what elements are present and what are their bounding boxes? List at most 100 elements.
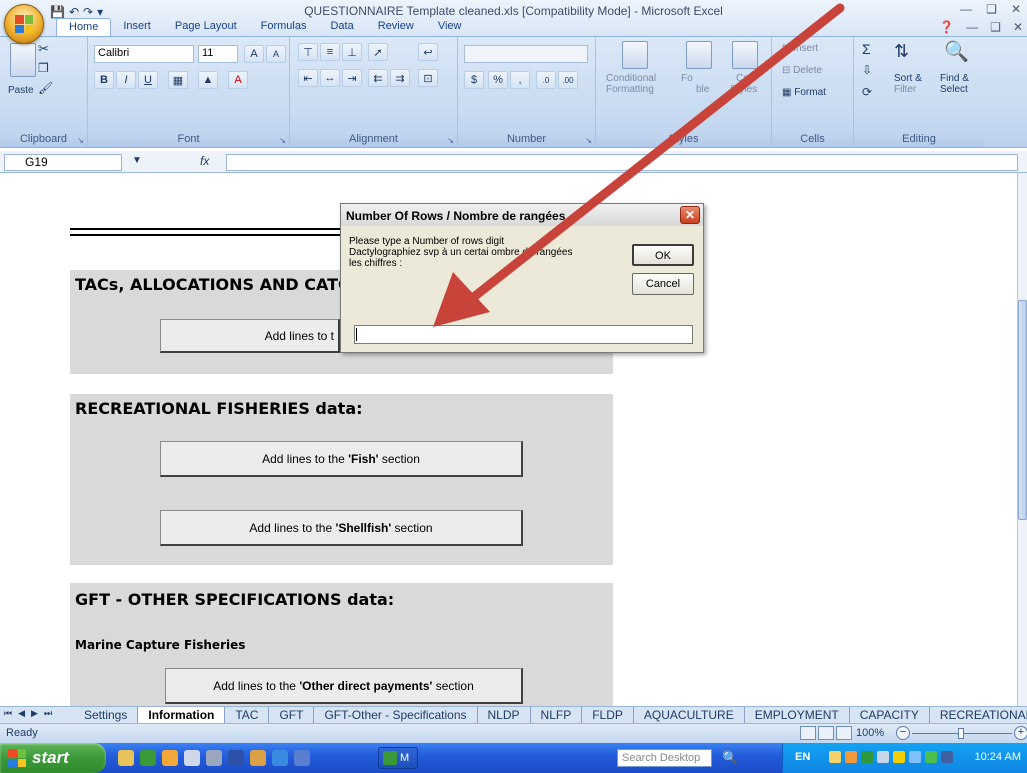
paste-button[interactable]: Paste	[8, 85, 34, 96]
decrease-decimal-icon[interactable]: .00	[558, 71, 578, 89]
italic-button[interactable]: I	[116, 71, 136, 89]
sheet-tab-settings[interactable]: Settings	[74, 707, 139, 723]
sheet-tab-fldp[interactable]: FLDP	[582, 707, 634, 723]
tab-review[interactable]: Review	[366, 18, 426, 36]
office-button[interactable]	[4, 4, 44, 44]
add-lines-shellfish-button[interactable]: Add lines to the 'Shellfish' section	[160, 510, 523, 546]
percent-button[interactable]: %	[488, 71, 508, 89]
tray-network-icon[interactable]	[861, 751, 873, 763]
tray-warning-icon[interactable]	[893, 751, 905, 763]
workbook-restore-icon[interactable]: ❑	[990, 20, 1001, 34]
decrease-indent-icon[interactable]: ⇇	[368, 69, 388, 87]
quicklaunch-outlook-icon[interactable]	[162, 750, 178, 766]
restore-icon[interactable]: ❑	[986, 2, 997, 16]
page-break-view-icon[interactable]	[836, 726, 852, 740]
add-lines-fish-button[interactable]: Add lines to the 'Fish' section	[160, 441, 523, 477]
insert-cells-button[interactable]: ⊞ Insert	[782, 43, 818, 54]
select-label[interactable]: Select	[940, 84, 968, 95]
format-cells-button[interactable]: ▦ Format	[782, 87, 826, 98]
format-painter-icon[interactable]: 🖌	[38, 81, 53, 95]
search-desktop-input[interactable]: Search Desktop	[617, 749, 712, 767]
sheet-tab-nldp[interactable]: NLDP	[478, 707, 531, 723]
cancel-button[interactable]: Cancel	[632, 273, 694, 295]
sheet-tab-nlfp[interactable]: NLFP	[531, 707, 583, 723]
minimize-icon[interactable]: —	[960, 2, 972, 16]
underline-button[interactable]: U	[138, 71, 158, 89]
align-top-icon[interactable]: ⊤	[298, 43, 318, 61]
first-sheet-icon[interactable]: ⏮	[4, 708, 12, 719]
workbook-minimize-icon[interactable]: —	[966, 20, 978, 34]
quicklaunch-app-icon-4[interactable]	[250, 750, 266, 766]
sort-filter-icon[interactable]: ⇅	[894, 41, 909, 62]
tray-mail-icon[interactable]	[829, 751, 841, 763]
sheet-tab-recreational[interactable]: RECREATIONAL	[930, 707, 1027, 723]
delete-cells-button[interactable]: ⊟ Delete	[782, 65, 822, 76]
taskbar-excel-button[interactable]: M	[378, 747, 418, 769]
add-lines-other-payments-button[interactable]: Add lines to the 'Other direct payments'…	[165, 668, 523, 704]
vertical-scroll-thumb[interactable]	[1018, 300, 1027, 520]
tray-app-icon[interactable]	[845, 751, 857, 763]
number-launcher-icon[interactable]: ↘	[585, 136, 592, 145]
close-icon[interactable]: ✕	[1011, 2, 1021, 16]
font-name-select[interactable]: Calibri	[94, 45, 194, 63]
comma-button[interactable]: ,	[510, 71, 530, 89]
name-box[interactable]: G19	[4, 154, 122, 171]
insert-function-button[interactable]: fx	[200, 154, 209, 168]
quicklaunch-ie-icon[interactable]	[272, 750, 288, 766]
font-size-select[interactable]: 11	[198, 45, 238, 63]
name-box-dropdown-icon[interactable]: ▼	[132, 155, 142, 166]
cell-styles-icon[interactable]	[732, 41, 758, 69]
borders-icon[interactable]: ▦	[168, 71, 188, 89]
font-color-icon[interactable]: A	[228, 71, 248, 89]
sheet-tab-tac[interactable]: TAC	[225, 707, 270, 723]
font-launcher-icon[interactable]: ↘	[279, 136, 286, 145]
sheet-tab-aquaculture[interactable]: AQUACULTURE	[634, 707, 745, 723]
tray-check-icon[interactable]	[925, 751, 937, 763]
quicklaunch-excel-icon[interactable]	[140, 750, 156, 766]
tab-formulas[interactable]: Formulas	[249, 18, 319, 36]
zoom-slider-thumb[interactable]	[958, 728, 964, 739]
quicklaunch-app-icon-5[interactable]	[294, 750, 310, 766]
bold-button[interactable]: B	[94, 71, 114, 89]
last-sheet-icon[interactable]: ⏭	[44, 708, 52, 719]
paste-icon[interactable]	[10, 43, 36, 77]
quicklaunch-app-icon-1[interactable]	[118, 750, 134, 766]
rows-input[interactable]	[354, 325, 693, 344]
cut-icon[interactable]: ✂	[38, 41, 49, 57]
fill-icon[interactable]: ⇩	[862, 63, 872, 77]
tab-home[interactable]: Home	[56, 18, 112, 36]
conditional-formatting-icon[interactable]	[622, 41, 648, 69]
filter-label[interactable]: Filter	[894, 84, 916, 95]
dialog-title[interactable]: Number Of Rows / Nombre de rangées	[341, 204, 703, 226]
align-center-icon[interactable]: ↔	[320, 69, 340, 87]
sheet-tab-employment[interactable]: EMPLOYMENT	[745, 707, 850, 723]
quicklaunch-help-icon[interactable]	[228, 750, 244, 766]
formula-input[interactable]	[226, 154, 1018, 171]
start-button[interactable]: start	[0, 743, 106, 773]
zoom-level[interactable]: 100%	[856, 727, 884, 739]
increase-decimal-icon[interactable]: .0	[536, 71, 556, 89]
orientation-icon[interactable]: ➚	[368, 43, 388, 61]
fill-color-icon[interactable]: ▲	[198, 71, 218, 89]
tab-data[interactable]: Data	[318, 18, 365, 36]
quicklaunch-app-icon-2[interactable]	[184, 750, 200, 766]
tray-app-icon-2[interactable]	[877, 751, 889, 763]
find-select-icon[interactable]: 🔍	[944, 39, 969, 64]
grow-font-button[interactable]: A	[244, 45, 264, 63]
sheet-tab-gft[interactable]: GFT	[269, 707, 315, 723]
next-sheet-icon[interactable]: ▶	[31, 708, 38, 719]
align-bottom-icon[interactable]: ⊥	[342, 43, 362, 61]
language-indicator[interactable]: EN	[795, 751, 810, 763]
autosum-icon[interactable]: Σ	[862, 41, 871, 57]
merge-center-icon[interactable]: ⊡	[418, 69, 438, 87]
tab-page-layout[interactable]: Page Layout	[163, 18, 249, 36]
alignment-launcher-icon[interactable]: ↘	[447, 136, 454, 145]
workbook-close-icon[interactable]: ✕	[1013, 20, 1023, 34]
zoom-out-button[interactable]: −	[896, 726, 910, 740]
search-icon[interactable]: 🔍	[722, 750, 738, 766]
sheet-tab-gft-other[interactable]: GFT-Other - Specifications	[314, 707, 478, 723]
number-format-select[interactable]	[464, 45, 588, 63]
sort-filter-label[interactable]: Sort &	[894, 73, 922, 84]
clear-icon[interactable]: ⟳	[862, 85, 872, 99]
normal-view-icon[interactable]	[800, 726, 816, 740]
